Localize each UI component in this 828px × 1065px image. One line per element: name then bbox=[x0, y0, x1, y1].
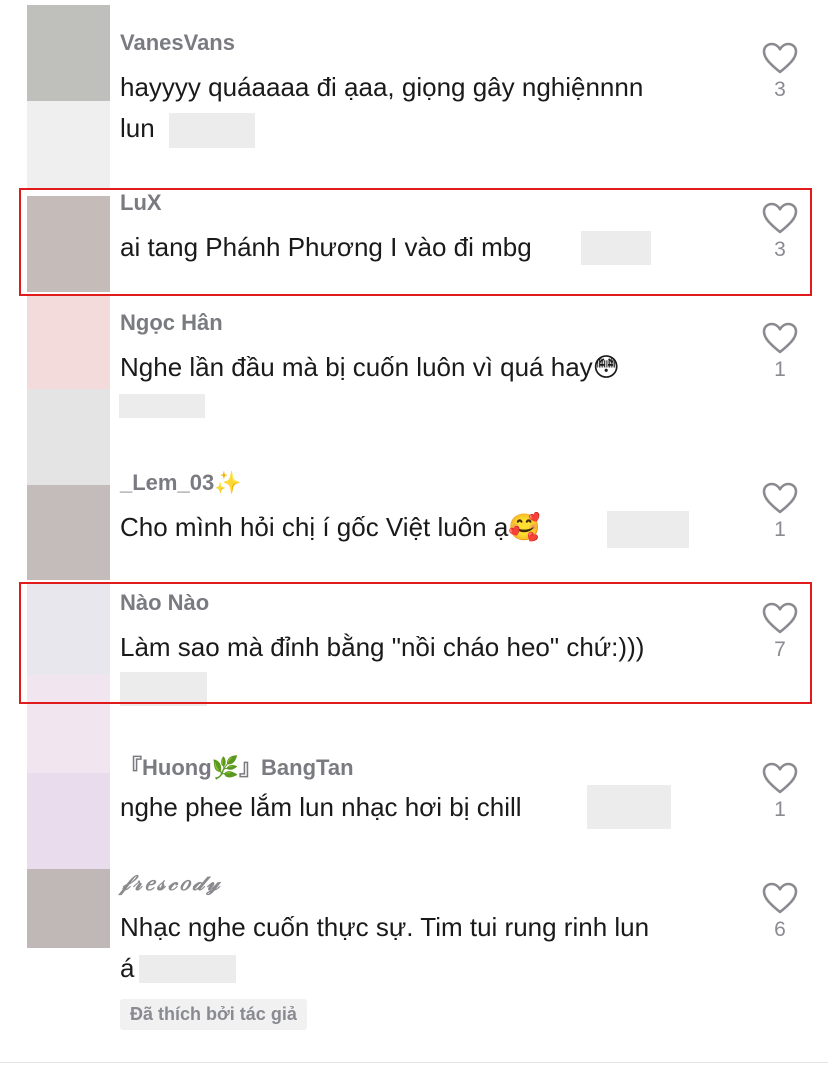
like-button[interactable]: 1 bbox=[760, 762, 800, 822]
comment-text-line: hayyyy quáaaaa đi ạaa, giọng gây nghiệnn… bbox=[120, 72, 644, 102]
heart-icon bbox=[762, 882, 798, 914]
avatar[interactable] bbox=[27, 485, 110, 580]
avatar-background bbox=[27, 101, 110, 189]
comment-username[interactable]: VanesVans bbox=[120, 30, 235, 56]
redacted-content bbox=[169, 113, 255, 148]
like-button[interactable]: 6 bbox=[760, 882, 800, 942]
like-button[interactable]: 3 bbox=[760, 42, 800, 102]
like-count: 1 bbox=[774, 518, 786, 541]
like-count: 1 bbox=[774, 798, 786, 821]
comment-text-line: nghe phee lắm lun nhạc hơi bị chill bbox=[120, 792, 522, 822]
like-button[interactable]: 1 bbox=[760, 322, 800, 382]
redacted-content bbox=[587, 785, 671, 829]
like-count: 1 bbox=[774, 358, 786, 381]
heart-icon bbox=[762, 482, 798, 514]
comment-username[interactable]: 𝒻𝓇𝑒𝓈𝒸𝑜𝒹𝓎 bbox=[120, 870, 222, 896]
avatar[interactable] bbox=[27, 5, 110, 101]
comment-username[interactable]: _Lem_03✨ bbox=[120, 470, 242, 496]
like-count: 6 bbox=[774, 918, 786, 941]
comment-text-line: Nghe lần đầu mà bị cuốn luôn vì quá hay😳 bbox=[120, 352, 620, 382]
heart-icon bbox=[762, 42, 798, 74]
avatar-background bbox=[27, 389, 110, 485]
heart-icon bbox=[762, 762, 798, 794]
highlight-box bbox=[19, 188, 812, 296]
comment-text-line: á bbox=[120, 953, 135, 983]
avatar[interactable] bbox=[27, 869, 110, 948]
comment-username[interactable]: 『Huong🌿』BangTan bbox=[120, 750, 354, 782]
avatar[interactable] bbox=[27, 773, 110, 869]
like-button[interactable]: 1 bbox=[760, 482, 800, 542]
comment-text-line: Nhạc nghe cuốn thực sự. Tim tui rung rin… bbox=[120, 912, 650, 942]
redacted-content bbox=[139, 955, 236, 983]
comment-username[interactable]: Ngọc Hân bbox=[120, 310, 223, 336]
highlight-box bbox=[19, 582, 812, 704]
avatar[interactable] bbox=[27, 296, 110, 389]
heart-icon bbox=[762, 322, 798, 354]
like-count: 3 bbox=[774, 78, 786, 101]
divider bbox=[0, 1062, 828, 1063]
redacted-content bbox=[607, 511, 689, 548]
comment-text-line: Cho mình hỏi chị í gốc Việt luôn ạ🥰 bbox=[120, 512, 541, 542]
redacted-content bbox=[119, 394, 205, 418]
liked-by-creator-badge: Đã thích bởi tác giả bbox=[120, 999, 307, 1030]
comment-text-line: lun bbox=[120, 113, 155, 143]
